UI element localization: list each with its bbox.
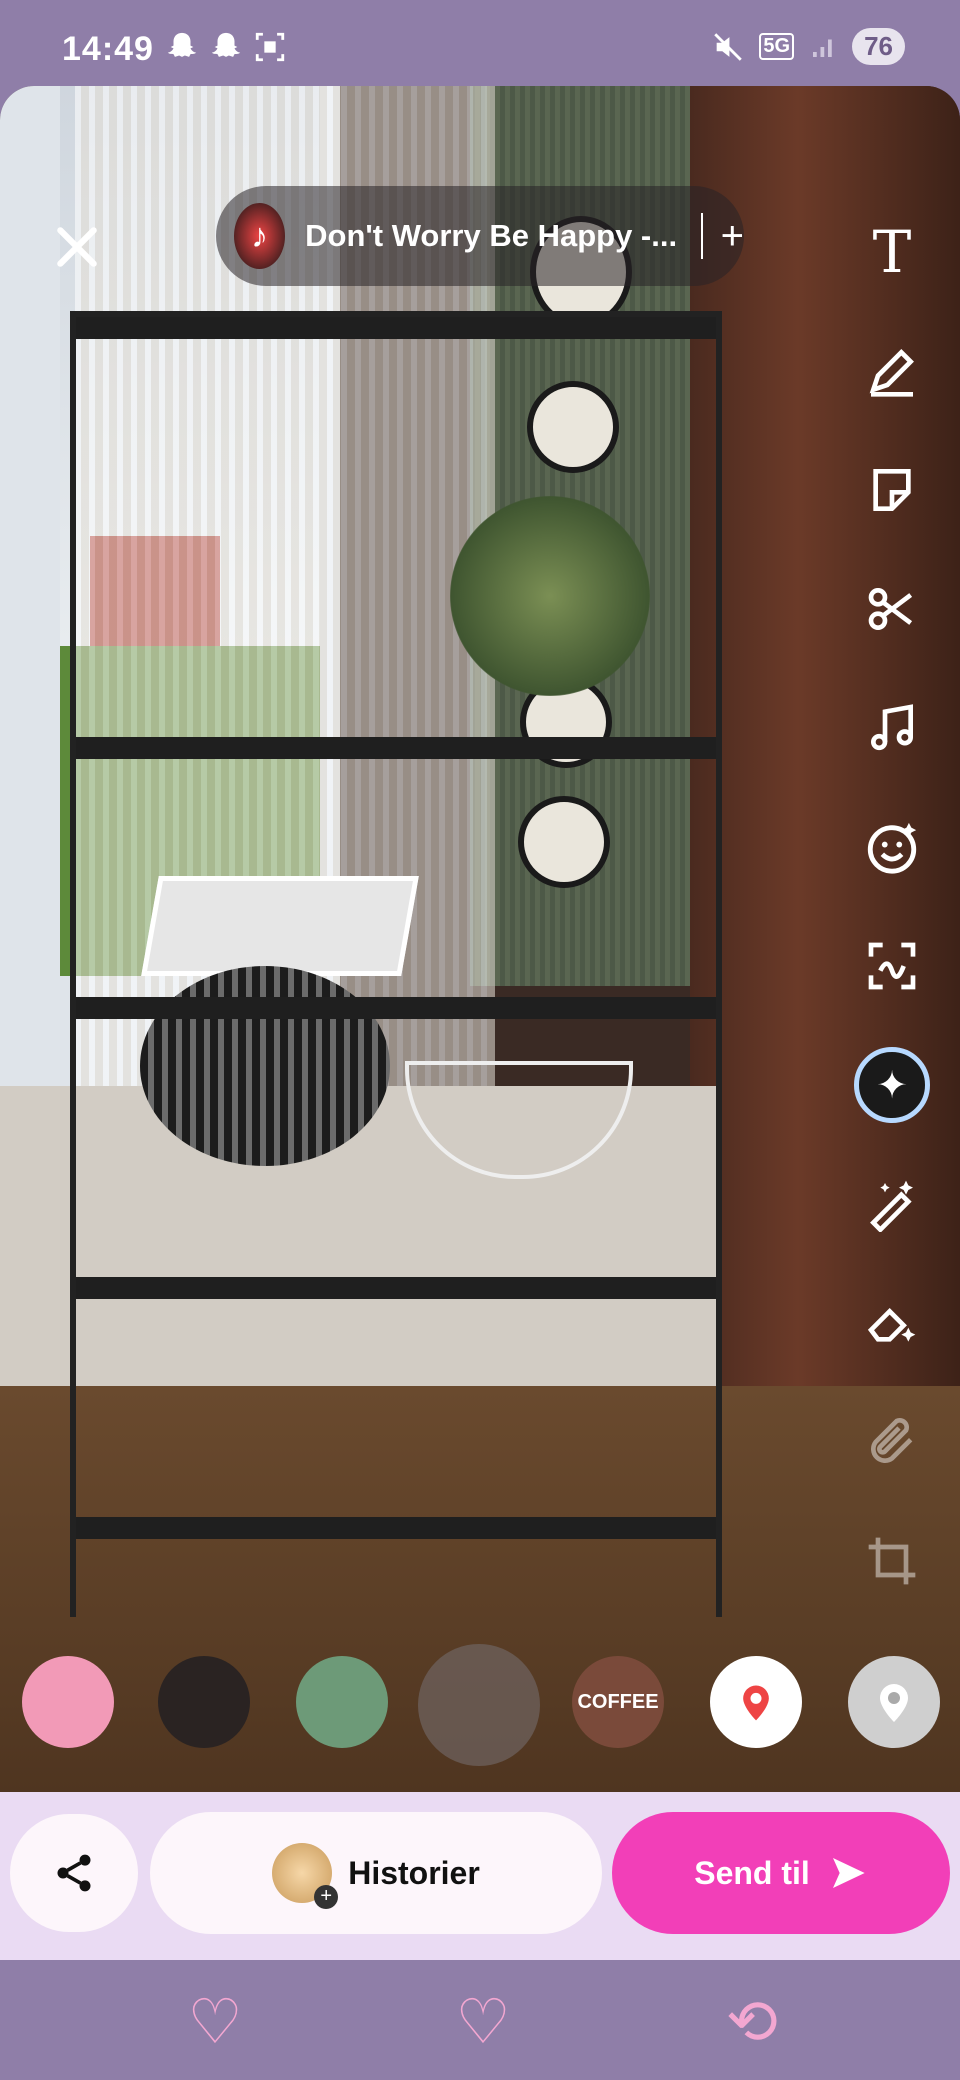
lens-blank[interactable] xyxy=(418,1644,540,1766)
lens-coffee-label: COFFEE xyxy=(577,1690,659,1713)
lens-tool[interactable] xyxy=(852,807,932,887)
story-label: Historier xyxy=(348,1854,480,1891)
scan-icon xyxy=(868,942,916,990)
send-button[interactable]: Send til xyxy=(612,1812,950,1934)
paperclip-icon xyxy=(871,1418,913,1463)
status-bar: 14:49 5G 76 xyxy=(0,0,960,86)
avatar: + xyxy=(272,1843,339,1909)
lens-portrait[interactable] xyxy=(296,1656,388,1748)
attach-tool[interactable] xyxy=(852,1402,932,1482)
bottom-action-bar: + Historier Send til xyxy=(0,1792,960,1960)
home-heart-icon[interactable]: ♡ xyxy=(443,1988,523,2058)
screenshot-icon xyxy=(255,32,285,62)
add-icon: + xyxy=(314,1885,339,1909)
edit-toolbar: T ✦ xyxy=(852,212,932,1640)
snapchat-ghost-icon xyxy=(211,32,241,57)
lens-smiley-icon xyxy=(867,822,917,874)
sticker-icon xyxy=(873,469,911,511)
eraser-tool[interactable] xyxy=(852,1283,932,1363)
close-button[interactable] xyxy=(52,222,102,272)
music-note-icon: ♪ xyxy=(234,203,286,269)
add-music-button[interactable]: + xyxy=(721,214,744,259)
recents-icon[interactable]: ⟲ xyxy=(712,1988,792,2058)
lens-location[interactable] xyxy=(848,1656,940,1748)
music-icon xyxy=(871,704,913,751)
map-marker-icon xyxy=(880,1684,908,1722)
lens-coffee[interactable]: COFFEE xyxy=(572,1656,664,1748)
pen-icon xyxy=(869,349,914,397)
text-icon: T xyxy=(872,218,912,286)
magic-tool[interactable] xyxy=(852,1164,932,1244)
share-button[interactable] xyxy=(10,1814,138,1932)
close-icon xyxy=(57,227,97,267)
draw-tool[interactable] xyxy=(852,331,932,411)
send-label: Send til xyxy=(694,1854,810,1891)
sticker-tool[interactable] xyxy=(852,450,932,530)
music-track-pill[interactable]: ♪ Don't Worry Be Happy -... + xyxy=(216,186,744,286)
lens-pin[interactable] xyxy=(710,1656,802,1748)
send-arrow-icon xyxy=(832,1858,865,1888)
text-tool[interactable]: T xyxy=(852,212,932,292)
back-heart-icon[interactable]: ♡ xyxy=(175,1988,255,2058)
eraser-sparkle-icon xyxy=(867,1308,916,1342)
location-pin-icon xyxy=(743,1685,769,1721)
share-icon xyxy=(57,1854,91,1892)
snap-photo[interactable]: ♪ Don't Worry Be Happy -... + T ✦ COFFEE xyxy=(0,86,960,1792)
lens-dog[interactable] xyxy=(158,1656,250,1748)
signal-icon xyxy=(813,39,832,57)
lens-carousel: COFFEE xyxy=(0,1644,960,1766)
story-button[interactable]: + Historier xyxy=(150,1812,602,1934)
ai-tool[interactable]: ✦ xyxy=(852,1045,932,1125)
mute-icon xyxy=(714,32,743,61)
snapchat-ghost-icon xyxy=(167,32,197,57)
cut-tool[interactable] xyxy=(852,569,932,649)
ai-sparkle-icon: ✦ xyxy=(854,1047,930,1123)
lens-pink[interactable] xyxy=(22,1656,114,1748)
crop-icon xyxy=(868,1537,916,1585)
metal-shelf xyxy=(70,311,722,1617)
music-tool[interactable] xyxy=(852,688,932,768)
scissors-icon xyxy=(868,588,913,630)
scan-tool[interactable] xyxy=(852,926,932,1006)
5g-icon: 5G xyxy=(759,33,795,60)
notification-icons xyxy=(165,30,287,64)
music-title: Don't Worry Be Happy -... xyxy=(305,218,678,253)
battery-level: 76 xyxy=(852,28,905,65)
status-time: 14:49 xyxy=(62,30,154,68)
navigation-bar: ♡ ♡ ⟲ xyxy=(0,1960,960,2080)
magic-wand-icon xyxy=(870,1180,913,1232)
system-icons: 5G 76 xyxy=(711,28,905,65)
crop-tool[interactable] xyxy=(852,1521,932,1601)
